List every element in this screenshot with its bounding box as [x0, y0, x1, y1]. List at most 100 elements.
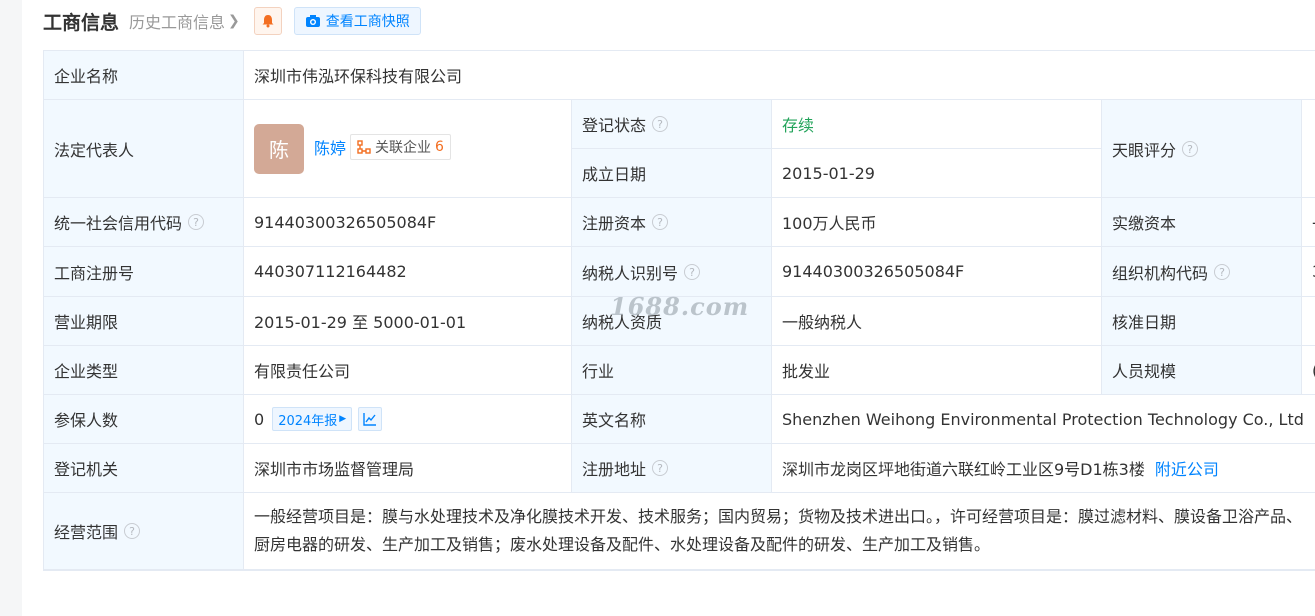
value-tianyan-score: [1301, 100, 1315, 198]
label-english-name: 英文名称: [571, 395, 771, 444]
label-text: 法定代表人: [54, 140, 135, 160]
label-staff-size: 人员规模: [1101, 346, 1301, 395]
help-icon[interactable]: ?: [652, 460, 669, 476]
label-text: 天眼评分: [1112, 140, 1177, 160]
monitor-bell-button[interactable]: [253, 7, 282, 35]
snapshot-button[interactable]: 查看工商快照: [293, 7, 421, 35]
label-legal-rep: 法定代表人: [43, 100, 243, 198]
value-biz-scope: 一般经营项目是：膜与水处理技术及净化膜技术开发、技术服务；国内贸易；货物及技术进…: [243, 493, 1315, 570]
value-reg-address: 深圳市龙岗区坪地街道六联红岭工业区9号D1栋3楼 附近公司: [771, 444, 1315, 493]
history-link-label: 历史工商信息: [129, 13, 226, 32]
label-text: 统一社会信用代码: [54, 214, 183, 233]
reg-address-text: 深圳市龙岗区坪地街道六联红岭工业区9号D1栋3楼: [782, 460, 1145, 479]
label-text: 参保人数: [54, 411, 119, 430]
label-biz-scope: 经营范围?: [43, 493, 243, 570]
trend-chart-icon: [363, 413, 377, 426]
value-org-code: 3: [1301, 247, 1315, 297]
label-credit-code: 统一社会信用代码?: [43, 198, 243, 247]
label-text: 纳税人识别号: [582, 263, 679, 283]
value-taxpayer-id: 91440300326505084F: [771, 247, 1101, 297]
relation-icon: [357, 140, 371, 154]
page: 工商信息 历史工商信息 ❯ 查看工商快照 企业名称 深圳市伟泓环保科技有限公司 …: [22, 0, 1315, 616]
value-english-name: Shenzhen Weihong Environmental Protectio…: [771, 395, 1315, 444]
value-company-type: 有限责任公司: [243, 346, 571, 395]
help-icon[interactable]: ?: [652, 116, 669, 132]
help-icon[interactable]: ?: [124, 523, 141, 539]
label-reg-status: 登记状态?: [571, 100, 771, 149]
label-insured: 参保人数: [43, 395, 243, 444]
label-biz-reg-no: 工商注册号: [43, 247, 243, 297]
taxpayer-qual-text: 一般纳税人: [782, 313, 863, 332]
label-paid-capital: 实缴资本: [1101, 198, 1301, 247]
label-text: 注册地址: [582, 460, 647, 479]
biz-scope-text: 一般经营项目是：膜与水处理技术及净化膜技术开发、技术服务；国内贸易；货物及技术进…: [254, 507, 1303, 554]
snapshot-button-label: 查看工商快照: [325, 14, 410, 30]
label-text: 企业类型: [54, 362, 119, 381]
help-icon[interactable]: ?: [684, 263, 701, 280]
label-reg-address: 注册地址?: [571, 444, 771, 493]
label-text: 人员规模: [1112, 362, 1177, 381]
industry-text: 批发业: [782, 362, 831, 381]
annual-report-button[interactable]: 2024年报 ▶: [272, 407, 353, 431]
value-biz-reg-no: 440307112164482: [243, 247, 571, 297]
label-text: 登记状态: [582, 116, 647, 135]
value-legal-rep: 陈 陈婷 关联企业 6: [243, 100, 571, 198]
related-companies-button[interactable]: 关联企业 6: [350, 134, 451, 160]
label-text: 核准日期: [1112, 313, 1177, 332]
help-icon[interactable]: ?: [1182, 140, 1199, 157]
value-industry: 批发业: [771, 346, 1101, 395]
label-company-name: 企业名称: [43, 51, 243, 100]
label-approval-date: 核准日期: [1101, 297, 1301, 346]
label-text: 英文名称: [582, 411, 647, 430]
label-text: 成立日期: [582, 165, 647, 184]
status-text: 存续: [782, 116, 815, 135]
section-title: 工商信息: [43, 11, 120, 34]
value-approval-date: [1301, 297, 1315, 346]
label-text: 实缴资本: [1112, 214, 1177, 233]
history-link[interactable]: 历史工商信息 ❯: [129, 9, 240, 33]
chevron-right-icon: ❯: [228, 13, 240, 29]
label-company-type: 企业类型: [43, 346, 243, 395]
value-credit-code: 91440300326505084F: [243, 198, 571, 247]
avatar[interactable]: 陈: [254, 123, 304, 174]
bell-icon: [262, 15, 274, 28]
value-reg-capital: 100万人民币: [771, 198, 1101, 247]
est-date-text: 2015-01-29: [782, 163, 875, 183]
label-industry: 行业: [571, 346, 771, 395]
label-reg-authority: 登记机关: [43, 444, 243, 493]
label-taxpayer-id: 纳税人识别号?: [571, 247, 771, 297]
help-icon[interactable]: ?: [188, 214, 205, 230]
trend-chart-button[interactable]: [358, 407, 383, 431]
value-reg-status: 存续: [771, 100, 1101, 149]
company-type-text: 有限责任公司: [254, 362, 351, 381]
insured-count-text: 0: [254, 409, 265, 429]
value-est-date: 2015-01-29: [771, 149, 1101, 198]
help-icon[interactable]: ?: [652, 214, 669, 230]
related-companies-count: 6: [435, 139, 444, 155]
biz-reg-no-text: 440307112164482: [254, 262, 407, 281]
label-reg-capital: 注册资本?: [571, 198, 771, 247]
credit-code-text: 91440300326505084F: [254, 212, 437, 232]
legal-rep-name-link[interactable]: 陈婷: [314, 135, 346, 159]
label-biz-term: 营业期限: [43, 297, 243, 346]
nearby-companies-link[interactable]: 附近公司: [1155, 456, 1219, 480]
label-text: 登记机关: [54, 460, 119, 479]
annual-report-label: 2024年报: [278, 413, 338, 429]
english-name-text: Shenzhen Weihong Environmental Protectio…: [782, 409, 1304, 429]
label-text: 经营范围: [54, 523, 119, 542]
label-text: 组织机构代码: [1112, 263, 1209, 283]
label-text: 企业名称: [54, 67, 119, 86]
camera-icon: [305, 15, 320, 27]
help-icon[interactable]: ?: [1214, 263, 1231, 280]
related-companies-label: 关联企业: [375, 140, 432, 156]
label-tianyan-score: 天眼评分?: [1101, 100, 1301, 198]
label-text: 注册资本: [582, 214, 647, 233]
reg-authority-text: 深圳市市场监督管理局: [254, 460, 415, 479]
reg-capital-text: 100万人民币: [782, 214, 877, 233]
label-text: 行业: [582, 362, 615, 381]
value-taxpayer-qual: 一般纳税人: [771, 297, 1101, 346]
value-staff-size: (: [1301, 346, 1315, 395]
label-org-code: 组织机构代码?: [1101, 247, 1301, 297]
value-biz-term: 2015-01-29 至 5000-01-01: [243, 297, 571, 346]
biz-term-text: 2015-01-29 至 5000-01-01: [254, 313, 467, 332]
